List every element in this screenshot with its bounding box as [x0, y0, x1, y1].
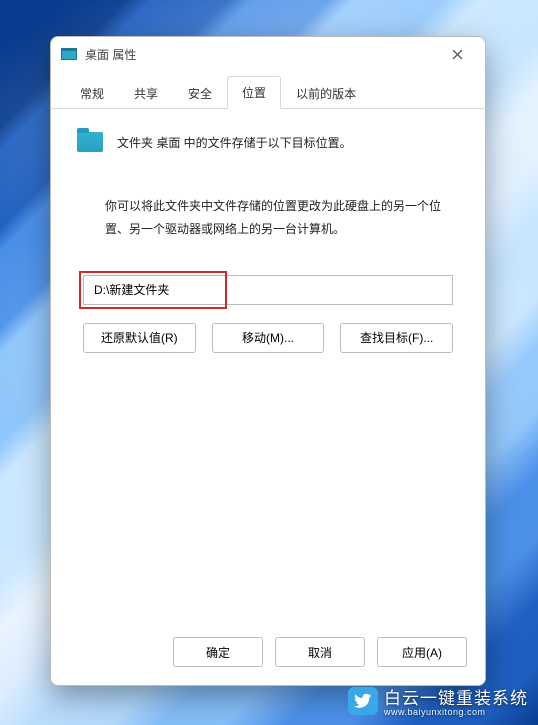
- tab-security[interactable]: 安全: [173, 77, 227, 109]
- close-button[interactable]: [435, 40, 479, 68]
- info-row: 文件夹 桌面 中的文件存储于以下目标位置。: [77, 131, 459, 153]
- ok-button[interactable]: 确定: [173, 637, 263, 667]
- properties-dialog: 桌面 属性 常规 共享 安全 位置 以前的版本 文件夹 桌面 中的文件存储于以下…: [50, 36, 486, 686]
- titlebar: 桌面 属性: [51, 37, 485, 71]
- restore-defaults-button[interactable]: 还原默认值(R): [83, 323, 196, 353]
- info-text: 文件夹 桌面 中的文件存储于以下目标位置。: [117, 131, 352, 153]
- window-title: 桌面 属性: [85, 46, 435, 63]
- window-icon: [61, 48, 77, 60]
- apply-button[interactable]: 应用(A): [377, 637, 467, 667]
- tab-panel-location: 文件夹 桌面 中的文件存储于以下目标位置。 你可以将此文件夹中文件存储的位置更改…: [51, 109, 485, 623]
- cancel-button[interactable]: 取消: [275, 637, 365, 667]
- location-path-input[interactable]: [83, 275, 453, 305]
- tab-location[interactable]: 位置: [227, 76, 281, 109]
- folder-icon: [77, 132, 103, 152]
- action-button-row: 还原默认值(R) 移动(M)... 查找目标(F)...: [83, 323, 453, 353]
- tab-previous-versions[interactable]: 以前的版本: [281, 77, 371, 109]
- path-field-wrap: [83, 275, 453, 305]
- move-button[interactable]: 移动(M)...: [212, 323, 325, 353]
- tab-sharing[interactable]: 共享: [119, 77, 173, 109]
- dialog-footer: 确定 取消 应用(A): [51, 623, 485, 685]
- close-icon: [452, 49, 463, 60]
- tab-strip: 常规 共享 安全 位置 以前的版本: [51, 71, 485, 109]
- watermark: 白云一键重装系统 www.baiyunxitong.com: [348, 684, 528, 717]
- find-target-button[interactable]: 查找目标(F)...: [340, 323, 453, 353]
- watermark-logo-icon: [348, 687, 378, 715]
- watermark-url: www.baiyunxitong.com: [384, 707, 528, 717]
- tab-general[interactable]: 常规: [65, 77, 119, 109]
- watermark-brand: 白云一键重装系统: [384, 689, 528, 708]
- description-text: 你可以将此文件夹中文件存储的位置更改为此硬盘上的另一个位置、另一个驱动器或网络上…: [77, 195, 459, 241]
- watermark-text: 白云一键重装系统 www.baiyunxitong.com: [384, 684, 528, 717]
